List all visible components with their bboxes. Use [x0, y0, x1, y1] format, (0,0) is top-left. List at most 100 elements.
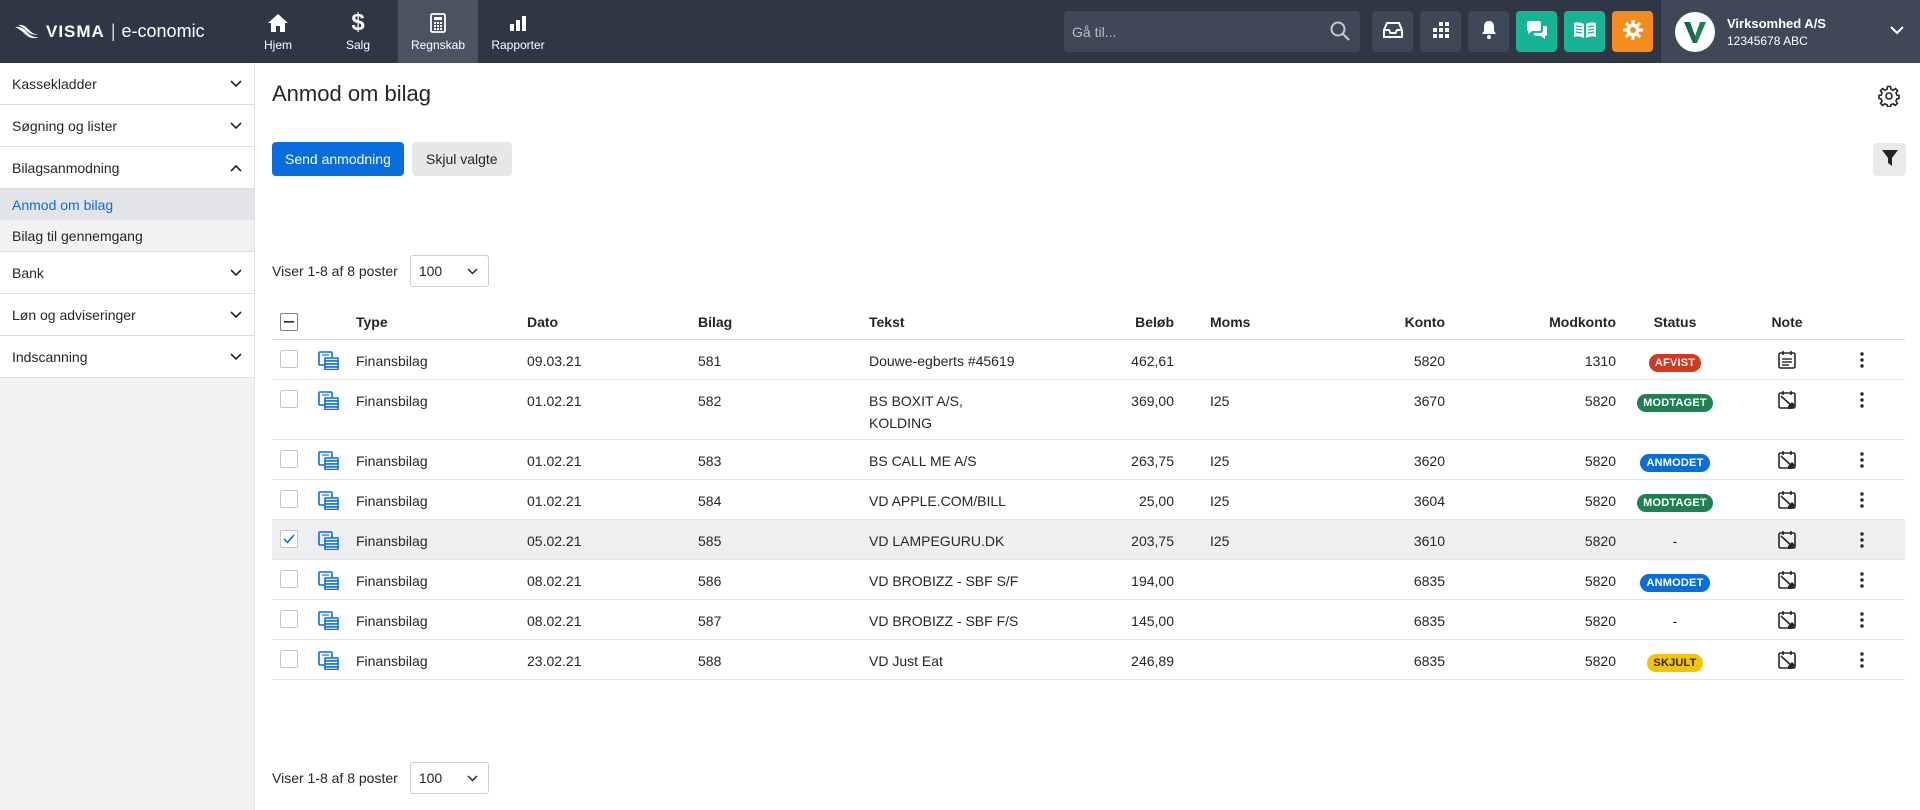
nav-salg[interactable]: $ Salg	[318, 0, 398, 63]
table-row[interactable]: Finansbilag 09.03.21 581 Douwe-egberts #…	[272, 340, 1905, 380]
send-request-button[interactable]: Send anmodning	[272, 142, 404, 176]
row-checkbox[interactable]	[280, 530, 298, 548]
nav-hjem[interactable]: Hjem	[238, 0, 318, 63]
sidebar-group-indscanning[interactable]: Indscanning	[0, 336, 254, 378]
row-checkbox[interactable]	[280, 490, 298, 508]
add-note-icon[interactable]	[1777, 650, 1797, 673]
company-switcher[interactable]: Virksomhed A/S 12345678 ABC	[1661, 0, 1920, 63]
add-note-icon[interactable]	[1777, 390, 1797, 413]
cell-status: AFVIST	[1625, 350, 1725, 372]
table-row[interactable]: Finansbilag 01.02.21 582 BS BOXIT A/S, KO…	[272, 380, 1905, 440]
company-logo-icon	[1684, 21, 1706, 43]
more-options-icon[interactable]	[1860, 572, 1864, 591]
add-note-icon[interactable]	[1777, 570, 1797, 593]
cell-bilag: 582	[698, 393, 722, 409]
table-row[interactable]: Finansbilag 01.02.21 584 VD APPLE.COM/BI…	[272, 480, 1905, 520]
search-input[interactable]	[1072, 23, 1312, 40]
cell-type: Finansbilag	[356, 393, 428, 409]
cell-bilag: 585	[698, 533, 722, 549]
sidebar-submenu: Anmod om bilag Bilag til gennemgang	[0, 189, 254, 252]
add-note-icon[interactable]	[1777, 530, 1797, 553]
sidebar-group-loen[interactable]: Løn og adviseringer	[0, 294, 254, 336]
row-checkbox[interactable]	[280, 610, 298, 628]
chat-button[interactable]	[1516, 11, 1557, 52]
gear-icon	[1622, 19, 1644, 44]
sidebar-group-label: Bilagsanmodning	[12, 159, 120, 176]
goto-search	[1064, 11, 1360, 52]
col-header-tekst[interactable]: Tekst	[869, 311, 905, 333]
settings-button[interactable]	[1612, 11, 1653, 52]
table-row[interactable]: Finansbilag 23.02.21 588 VD Just Eat 246…	[272, 640, 1905, 680]
brand-logo[interactable]: VISMA | e-conomic	[0, 21, 238, 42]
note-icon[interactable]	[1777, 350, 1797, 373]
sidebar-item-bilag-til-gennemgang[interactable]: Bilag til gennemgang	[0, 220, 254, 251]
notifications-button[interactable]	[1468, 11, 1509, 52]
cell-konto: 5820	[1413, 353, 1445, 369]
table-row[interactable]: Finansbilag 08.02.21 586 VD BROBIZZ - SB…	[272, 560, 1905, 600]
sidebar-item-anmod-om-bilag[interactable]: Anmod om bilag	[0, 189, 254, 220]
sidebar-group-bank[interactable]: Bank	[0, 252, 254, 294]
status-badge: -	[1672, 533, 1678, 549]
inbox-button[interactable]	[1372, 11, 1413, 52]
cell-status: -	[1625, 610, 1725, 632]
search-icon[interactable]	[1330, 21, 1350, 44]
hide-selected-button[interactable]: Skjul valgte	[412, 142, 512, 176]
page-settings-gear-icon[interactable]	[1878, 85, 1900, 110]
company-name: Virksomhed A/S	[1727, 15, 1826, 31]
col-header-modkonto[interactable]: Modkonto	[1472, 311, 1616, 333]
col-header-note[interactable]: Note	[1767, 311, 1807, 333]
col-header-dato[interactable]: Dato	[527, 311, 558, 333]
voucher-stack-icon	[318, 350, 340, 373]
cell-konto: 3610	[1413, 533, 1445, 549]
more-options-icon[interactable]	[1860, 452, 1864, 471]
cell-belob: 194,00	[1131, 573, 1174, 589]
row-checkbox[interactable]	[280, 650, 298, 668]
nav-regnskab[interactable]: Regnskab	[398, 0, 478, 63]
more-options-icon[interactable]	[1860, 652, 1864, 671]
sidebar-group-soegning[interactable]: Søgning og lister	[0, 105, 254, 147]
help-book-button[interactable]	[1564, 11, 1605, 52]
home-icon	[267, 11, 289, 35]
add-note-icon[interactable]	[1777, 490, 1797, 513]
table-row[interactable]: Finansbilag 05.02.21 585 VD LAMPEGURU.DK…	[272, 520, 1905, 560]
chevron-down-icon	[1890, 22, 1904, 38]
sidebar-group-bilagsanmodning[interactable]: Bilagsanmodning	[0, 147, 254, 189]
col-header-konto[interactable]: Konto	[1272, 311, 1445, 333]
cell-konto: 3620	[1413, 453, 1445, 469]
more-options-icon[interactable]	[1860, 532, 1864, 551]
cell-bilag: 588	[698, 653, 722, 669]
col-header-bilag[interactable]: Bilag	[698, 311, 732, 333]
more-options-icon[interactable]	[1860, 392, 1864, 411]
nav-rapporter[interactable]: Rapporter	[478, 0, 558, 63]
bar-chart-icon	[508, 11, 528, 35]
row-checkbox[interactable]	[280, 350, 298, 368]
row-checkbox[interactable]	[280, 570, 298, 588]
cell-modkonto: 5820	[1584, 493, 1616, 509]
more-options-icon[interactable]	[1860, 612, 1864, 631]
add-note-icon[interactable]	[1777, 450, 1797, 473]
col-header-type[interactable]: Type	[356, 311, 388, 333]
more-options-icon[interactable]	[1860, 352, 1864, 371]
cell-type: Finansbilag	[356, 353, 428, 369]
voucher-stack-icon	[318, 490, 340, 513]
apps-button[interactable]	[1420, 11, 1461, 52]
cell-konto: 3604	[1413, 493, 1445, 509]
top-bar: VISMA | e-conomic Hjem $ Salg Regnskab R…	[0, 0, 1920, 63]
more-options-icon[interactable]	[1860, 492, 1864, 511]
cell-konto: 3670	[1413, 393, 1445, 409]
cell-dato: 05.02.21	[527, 533, 582, 549]
table-row[interactable]: Finansbilag 01.02.21 583 BS CALL ME A/S …	[272, 440, 1905, 480]
col-header-moms[interactable]: Moms	[1210, 311, 1250, 333]
add-note-icon[interactable]	[1777, 610, 1797, 633]
col-header-status[interactable]: Status	[1625, 311, 1725, 333]
filter-button[interactable]	[1873, 143, 1906, 176]
cell-status: ANMODET	[1625, 570, 1725, 592]
col-header-belob[interactable]: Beløb	[1052, 311, 1174, 333]
table-row[interactable]: Finansbilag 08.02.21 587 VD BROBIZZ - SB…	[272, 600, 1905, 640]
select-all-checkbox[interactable]	[280, 313, 298, 331]
row-checkbox[interactable]	[280, 450, 298, 468]
sidebar-group-kassekladder[interactable]: Kassekladder	[0, 63, 254, 105]
page-size-select[interactable]: 100	[409, 255, 489, 287]
page-size-select[interactable]: 100	[409, 762, 489, 794]
row-checkbox[interactable]	[280, 390, 298, 408]
